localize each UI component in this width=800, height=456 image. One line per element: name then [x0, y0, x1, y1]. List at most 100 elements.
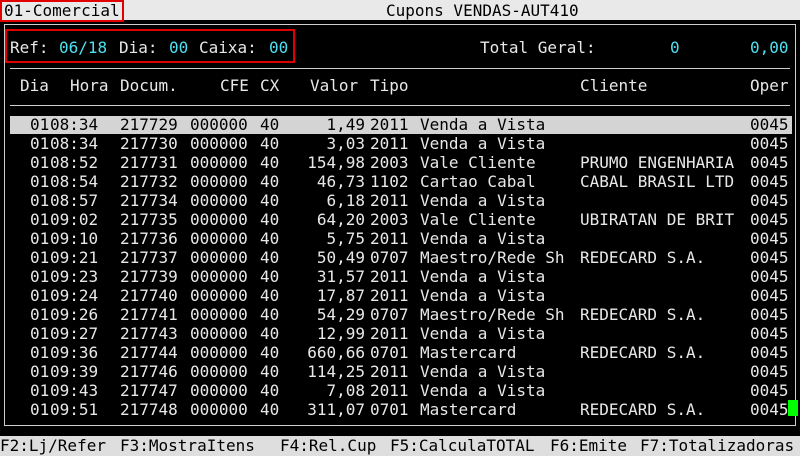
table-row[interactable]: 01 09:51 217748 000000 40 311,07 0701 Mastercar… [10, 401, 792, 419]
caixa-label: Caixa: [199, 38, 257, 57]
cell-oper: 0045 [750, 400, 789, 419]
fkey-f2[interactable]: F2:Lj/Refer [0, 436, 106, 456]
table-row[interactable]: 01 09:39 217746 000000 40 114,25 2011 Venda a V… [10, 363, 792, 381]
table-row[interactable]: 01 09:10 217736 000000 40 5,75 2011 Venda a Vis… [10, 230, 792, 248]
table-row[interactable]: 01 09:02 217735 000000 40 64,20 2003 Vale Clien… [10, 211, 792, 229]
cell-cx: 40 [260, 305, 280, 324]
header-separator-top [10, 68, 790, 69]
cell-tipo: 2003 [370, 210, 409, 229]
cell-cx: 40 [260, 172, 280, 191]
company-selector[interactable]: 01-Comercial [0, 0, 124, 22]
caixa-value[interactable]: 00 [269, 39, 288, 57]
cell-cfe: 000000 [190, 305, 248, 324]
cell-dia: 01 [30, 172, 50, 191]
cell-cfe: 000000 [190, 153, 248, 172]
cell-docum: 217734 [120, 191, 178, 210]
window-title: Cupons VENDAS-AUT410 [386, 1, 579, 20]
cell-hora: 09:39 [50, 362, 99, 381]
fkey-f6[interactable]: F6:Emite [550, 436, 627, 456]
cell-cx: 40 [260, 210, 280, 229]
cell-docum: 217731 [120, 153, 178, 172]
cell-cx: 40 [260, 362, 280, 381]
column-header-valor: Valor [310, 76, 359, 95]
cell-valor: 50,49 [316, 248, 365, 267]
cell-docum: 217739 [120, 267, 178, 286]
cell-docum: 217735 [120, 210, 178, 229]
cell-docum: 217737 [120, 248, 178, 267]
cell-descr: Vale Cliente [420, 210, 536, 229]
table-row[interactable]: 01 09:21 217737 000000 40 50,49 0707 Maestro/Re… [10, 249, 792, 267]
cell-cx: 40 [260, 115, 280, 134]
cell-valor: 17,87 [316, 286, 365, 305]
cell-cx: 40 [260, 267, 280, 286]
cell-cliente: UBIRATAN DE BRIT [580, 210, 735, 229]
cell-cliente: REDECARD S.A. [580, 248, 706, 267]
table-row[interactable]: 01 09:24 217740 000000 40 17,87 2011 Venda a Vi… [10, 287, 792, 305]
table-row[interactable]: 01 09:26 217741 000000 40 54,29 0707 Maestro/Re… [10, 306, 792, 324]
cell-hora: 09:51 [50, 400, 99, 419]
fkey-f5[interactable]: F5:CalculaTOTAL [390, 436, 535, 456]
cell-valor: 31,57 [316, 267, 365, 286]
cell-valor: 1,49 [326, 115, 365, 134]
cell-docum: 217729 [120, 115, 178, 134]
cell-cx: 40 [260, 153, 280, 172]
cell-cliente: REDECARD S.A. [580, 400, 706, 419]
ref-value[interactable]: 06/18 [59, 39, 107, 57]
cell-hora: 09:26 [50, 305, 99, 324]
table-row[interactable]: 01 09:36 217744 000000 40 660,66 0701 Mastercar… [10, 344, 792, 362]
cell-tipo: 0707 [370, 248, 409, 267]
table-row[interactable]: 01 09:27 217743 000000 40 12,99 2011 Venda a Vi… [10, 325, 792, 343]
cell-dia: 01 [30, 267, 50, 286]
cell-cfe: 000000 [190, 191, 248, 210]
cell-dia: 01 [30, 248, 50, 267]
cell-hora: 08:34 [50, 115, 99, 134]
cell-cfe: 000000 [190, 400, 248, 419]
cell-hora: 09:27 [50, 324, 99, 343]
column-header-cfe: CFE [220, 76, 249, 95]
cell-dia: 01 [30, 115, 50, 134]
cell-cfe: 000000 [190, 343, 248, 362]
cell-valor: 3,03 [326, 134, 365, 153]
cell-cliente: REDECARD S.A. [580, 305, 706, 324]
cell-tipo: 2011 [370, 115, 409, 134]
cell-descr: Venda a Vista [420, 229, 546, 248]
cell-descr: Venda a Vista [420, 381, 546, 400]
column-header-dia: Dia [20, 76, 49, 95]
table-row[interactable]: 01 09:43 217747 000000 40 7,08 2011 Venda a Vis… [10, 382, 792, 400]
table-row[interactable]: 01 08:57 217734 000000 40 6,18 2011 Venda a Vis… [10, 192, 792, 210]
table-row[interactable]: 01 08:34 217729 000000 40 1,49 2011 Venda a Vis… [10, 116, 792, 134]
cell-oper: 0045 [750, 381, 789, 400]
column-header-tipo: Tipo [370, 76, 409, 95]
dia-value[interactable]: 00 [169, 39, 188, 57]
cell-cfe: 000000 [190, 248, 248, 267]
cell-tipo: 2011 [370, 191, 409, 210]
cell-cx: 40 [260, 134, 280, 153]
table-row[interactable]: 01 08:34 217730 000000 40 3,03 2011 Venda a Vis… [10, 135, 792, 153]
cell-dia: 01 [30, 229, 50, 248]
text-cursor [788, 400, 798, 416]
table-row[interactable]: 01 08:54 217732 000000 40 46,73 1102 Cartao Cab… [10, 173, 792, 191]
cell-cx: 40 [260, 400, 280, 419]
dia-label: Dia: [119, 38, 158, 57]
cell-descr: Mastercard [420, 343, 517, 362]
cell-valor: 114,25 [307, 362, 365, 381]
cell-descr: Cartao Cabal [420, 172, 536, 191]
cell-cfe: 000000 [190, 286, 248, 305]
cell-oper: 0045 [750, 343, 789, 362]
cell-valor: 6,18 [326, 191, 365, 210]
table-row[interactable]: 01 08:52 217731 000000 40 154,98 2003 Vale Clie… [10, 154, 792, 172]
cell-oper: 0045 [750, 248, 789, 267]
table-row[interactable]: 01 09:23 217739 000000 40 31,57 2011 Venda a Vi… [10, 268, 792, 286]
cell-docum: 217748 [120, 400, 178, 419]
cell-oper: 0045 [750, 210, 789, 229]
column-header-hora: Hora [70, 76, 109, 95]
fkey-f3[interactable]: F3:MostraItens [120, 436, 255, 456]
cell-hora: 08:57 [50, 191, 99, 210]
fkey-f4[interactable]: F4:Rel.Cup [280, 436, 376, 456]
fkey-f7[interactable]: F7:Totalizadoras [640, 436, 794, 456]
cell-cfe: 000000 [190, 172, 248, 191]
cell-tipo: 0701 [370, 343, 409, 362]
cell-dia: 01 [30, 362, 50, 381]
cell-descr: Maestro/Rede Sh [420, 248, 565, 267]
cell-cliente: PRUMO ENGENHARIA [580, 153, 735, 172]
